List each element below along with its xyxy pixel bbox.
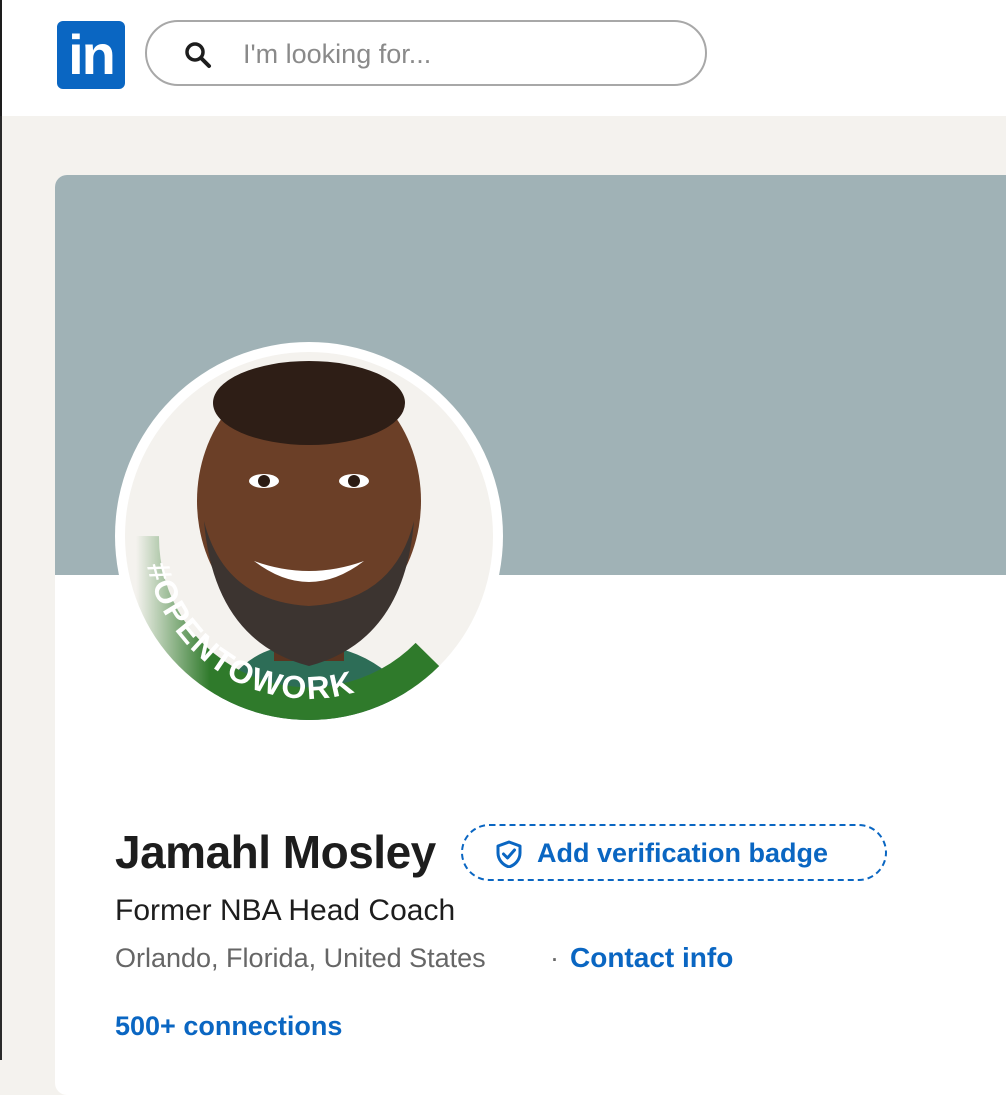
profile-location: Orlando, Florida, United States <box>115 943 486 973</box>
search-bar[interactable]: I'm looking for... <box>145 20 707 86</box>
search-icon <box>185 42 211 68</box>
avatar: #OPENTOWORK <box>115 342 503 730</box>
profile-headline: Former NBA Head Coach <box>115 894 456 927</box>
contact-info-link[interactable]: Contact info <box>570 942 733 974</box>
separator-dot: · <box>550 943 559 973</box>
add-verification-badge-button[interactable]: Add verification badge <box>461 824 887 881</box>
profile-photo[interactable]: #OPENTOWORK <box>114 341 504 731</box>
connections-link[interactable]: 500+ connections <box>115 1011 342 1042</box>
profile-card: #OPENTOWORK Jamahl Mosley Add verificati… <box>55 175 1006 1095</box>
profile-name: Jamahl Mosley <box>115 826 436 878</box>
window-edge <box>0 116 2 1060</box>
shield-check-icon <box>496 840 522 868</box>
top-nav-bar: in I'm looking for... <box>0 0 1006 116</box>
search-input[interactable]: I'm looking for... <box>243 39 431 70</box>
verification-label: Add verification badge <box>537 838 829 868</box>
linkedin-logo[interactable]: in <box>57 21 125 89</box>
